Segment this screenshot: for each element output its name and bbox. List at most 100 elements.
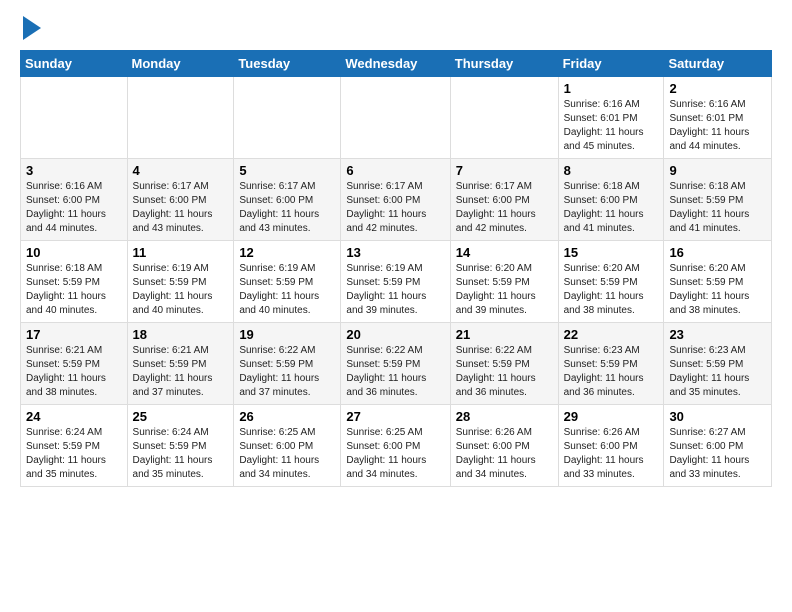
calendar-day-24: 24Sunrise: 6:24 AM Sunset: 5:59 PM Dayli… [21, 405, 128, 487]
day-info: Sunrise: 6:24 AM Sunset: 5:59 PM Dayligh… [133, 426, 229, 482]
calendar-day-21: 21 Sunrise: 6:22 AM Sunset: 5:59 PM Dayli… [450, 323, 558, 405]
day-number: 16 [669, 245, 766, 260]
day-info: Sunrise: 6:21 AM Sunset: 5:59 PM Dayligh… [26, 344, 122, 400]
calendar-day-26: 26 Sunrise: 6:25 AM Sunset: 6:00 PM Dayli… [234, 405, 341, 487]
day-number: 28 [456, 409, 553, 424]
calendar-day-14: 14 Sunrise: 6:20 AM Sunset: 5:59 PM Dayli… [450, 241, 558, 323]
day-info: Sunrise: 6:16 AM Sunset: 6:01 PM Dayligh… [669, 98, 766, 154]
day-number: 17 [26, 327, 122, 342]
day-number: 3 [26, 163, 122, 178]
calendar-day-28: 28 Sunrise: 6:26 AM Sunset: 6:00 PM Dayli… [450, 405, 558, 487]
weekday-header-friday: Friday [558, 51, 664, 77]
calendar-day-2: 2 Sunrise: 6:16 AM Sunset: 6:01 PM Daylig… [664, 77, 772, 159]
calendar-day-empty [234, 77, 341, 159]
day-number: 12 [239, 245, 335, 260]
day-number: 6 [346, 163, 444, 178]
day-info: Sunrise: 6:22 AM Sunset: 5:59 PM Dayligh… [346, 344, 444, 400]
calendar-day-6: 6 Sunrise: 6:17 AM Sunset: 6:00 PM Daylig… [341, 159, 450, 241]
calendar-day-empty [21, 77, 128, 159]
calendar-day-25: 25 Sunrise: 6:24 AM Sunset: 5:59 PM Dayli… [127, 405, 234, 487]
calendar-day-10: 10 Sunrise: 6:18 AM Sunset: 5:59 PM Dayli… [21, 241, 128, 323]
calendar-day-13: 13Sunrise: 6:19 AM Sunset: 5:59 PM Dayli… [341, 241, 450, 323]
day-number: 25 [133, 409, 229, 424]
day-info: Sunrise: 6:23 AM Sunset: 5:59 PM Dayligh… [669, 344, 766, 400]
calendar-day-27: 27 Sunrise: 6:25 AM Sunset: 6:00 PM Dayli… [341, 405, 450, 487]
day-number: 29 [564, 409, 659, 424]
day-info: Sunrise: 6:22 AM Sunset: 5:59 PM Dayligh… [239, 344, 335, 400]
calendar-day-9: 9 Sunrise: 6:18 AM Sunset: 5:59 PM Daylig… [664, 159, 772, 241]
calendar-day-5: 5 Sunrise: 6:17 AM Sunset: 6:00 PM Daylig… [234, 159, 341, 241]
calendar-week-3: 10 Sunrise: 6:18 AM Sunset: 5:59 PM Dayli… [21, 241, 772, 323]
day-number: 23 [669, 327, 766, 342]
calendar-day-29: 29 Sunrise: 6:26 AM Sunset: 6:00 PM Dayli… [558, 405, 664, 487]
day-info: Sunrise: 6:17 AM Sunset: 6:00 PM Dayligh… [346, 180, 444, 236]
day-number: 9 [669, 163, 766, 178]
calendar-day-15: 15Sunrise: 6:20 AM Sunset: 5:59 PM Dayli… [558, 241, 664, 323]
calendar-day-17: 17 Sunrise: 6:21 AM Sunset: 5:59 PM Dayli… [21, 323, 128, 405]
calendar-week-1: 1 Sunrise: 6:16 AM Sunset: 6:01 PM Daylig… [21, 77, 772, 159]
day-info: Sunrise: 6:19 AM Sunset: 5:59 PM Dayligh… [239, 262, 335, 318]
day-info: Sunrise: 6:21 AM Sunset: 5:59 PM Dayligh… [133, 344, 229, 400]
calendar-day-11: 11 Sunrise: 6:19 AM Sunset: 5:59 PM Dayli… [127, 241, 234, 323]
calendar-day-12: 12 Sunrise: 6:19 AM Sunset: 5:59 PM Dayli… [234, 241, 341, 323]
calendar-day-3: 3 Sunrise: 6:16 AM Sunset: 6:00 PM Daylig… [21, 159, 128, 241]
day-number: 19 [239, 327, 335, 342]
day-info: Sunrise: 6:20 AM Sunset: 5:59 PM Dayligh… [456, 262, 553, 318]
calendar-day-23: 23 Sunrise: 6:23 AM Sunset: 5:59 PM Dayli… [664, 323, 772, 405]
weekday-header-wednesday: Wednesday [341, 51, 450, 77]
calendar-day-4: 4 Sunrise: 6:17 AM Sunset: 6:00 PM Daylig… [127, 159, 234, 241]
day-number: 27 [346, 409, 444, 424]
day-number: 15 [564, 245, 659, 260]
day-number: 8 [564, 163, 659, 178]
weekday-header-monday: Monday [127, 51, 234, 77]
day-info: Sunrise: 6:25 AM Sunset: 6:00 PM Dayligh… [239, 426, 335, 482]
calendar-day-19: 19 Sunrise: 6:22 AM Sunset: 5:59 PM Dayli… [234, 323, 341, 405]
calendar-table: SundayMondayTuesdayWednesdayThursdayFrid… [20, 50, 772, 487]
day-info: Sunrise: 6:19 AM Sunset: 5:59 PM Dayligh… [133, 262, 229, 318]
day-number: 22 [564, 327, 659, 342]
weekday-header-tuesday: Tuesday [234, 51, 341, 77]
day-number: 18 [133, 327, 229, 342]
calendar-day-16: 16Sunrise: 6:20 AM Sunset: 5:59 PM Dayli… [664, 241, 772, 323]
logo [20, 20, 41, 40]
calendar-day-20: 20Sunrise: 6:22 AM Sunset: 5:59 PM Dayli… [341, 323, 450, 405]
day-info: Sunrise: 6:26 AM Sunset: 6:00 PM Dayligh… [456, 426, 553, 482]
page-header [20, 20, 772, 40]
day-number: 1 [564, 81, 659, 96]
calendar-day-30: 30Sunrise: 6:27 AM Sunset: 6:00 PM Dayli… [664, 405, 772, 487]
day-number: 14 [456, 245, 553, 260]
calendar-day-7: 7Sunrise: 6:17 AM Sunset: 6:00 PM Daylig… [450, 159, 558, 241]
day-info: Sunrise: 6:23 AM Sunset: 5:59 PM Dayligh… [564, 344, 659, 400]
calendar-day-1: 1Sunrise: 6:16 AM Sunset: 6:01 PM Daylig… [558, 77, 664, 159]
day-number: 26 [239, 409, 335, 424]
day-info: Sunrise: 6:25 AM Sunset: 6:00 PM Dayligh… [346, 426, 444, 482]
calendar-day-empty [341, 77, 450, 159]
day-number: 10 [26, 245, 122, 260]
calendar-week-4: 17 Sunrise: 6:21 AM Sunset: 5:59 PM Dayli… [21, 323, 772, 405]
calendar-week-2: 3 Sunrise: 6:16 AM Sunset: 6:00 PM Daylig… [21, 159, 772, 241]
calendar-day-18: 18 Sunrise: 6:21 AM Sunset: 5:59 PM Dayli… [127, 323, 234, 405]
day-info: Sunrise: 6:16 AM Sunset: 6:00 PM Dayligh… [26, 180, 122, 236]
day-info: Sunrise: 6:17 AM Sunset: 6:00 PM Dayligh… [133, 180, 229, 236]
weekday-header-saturday: Saturday [664, 51, 772, 77]
day-info: Sunrise: 6:18 AM Sunset: 5:59 PM Dayligh… [26, 262, 122, 318]
day-info: Sunrise: 6:18 AM Sunset: 5:59 PM Dayligh… [669, 180, 766, 236]
day-number: 5 [239, 163, 335, 178]
day-info: Sunrise: 6:22 AM Sunset: 5:59 PM Dayligh… [456, 344, 553, 400]
day-info: Sunrise: 6:19 AM Sunset: 5:59 PM Dayligh… [346, 262, 444, 318]
logo-arrow-icon [23, 16, 41, 40]
day-info: Sunrise: 6:24 AM Sunset: 5:59 PM Dayligh… [26, 426, 122, 482]
calendar-day-empty [127, 77, 234, 159]
calendar-day-empty [450, 77, 558, 159]
calendar-day-8: 8 Sunrise: 6:18 AM Sunset: 6:00 PM Daylig… [558, 159, 664, 241]
day-info: Sunrise: 6:18 AM Sunset: 6:00 PM Dayligh… [564, 180, 659, 236]
day-number: 21 [456, 327, 553, 342]
day-info: Sunrise: 6:26 AM Sunset: 6:00 PM Dayligh… [564, 426, 659, 482]
weekday-header-sunday: Sunday [21, 51, 128, 77]
day-number: 11 [133, 245, 229, 260]
day-info: Sunrise: 6:17 AM Sunset: 6:00 PM Dayligh… [239, 180, 335, 236]
day-number: 30 [669, 409, 766, 424]
day-number: 4 [133, 163, 229, 178]
day-number: 2 [669, 81, 766, 96]
weekday-header-thursday: Thursday [450, 51, 558, 77]
